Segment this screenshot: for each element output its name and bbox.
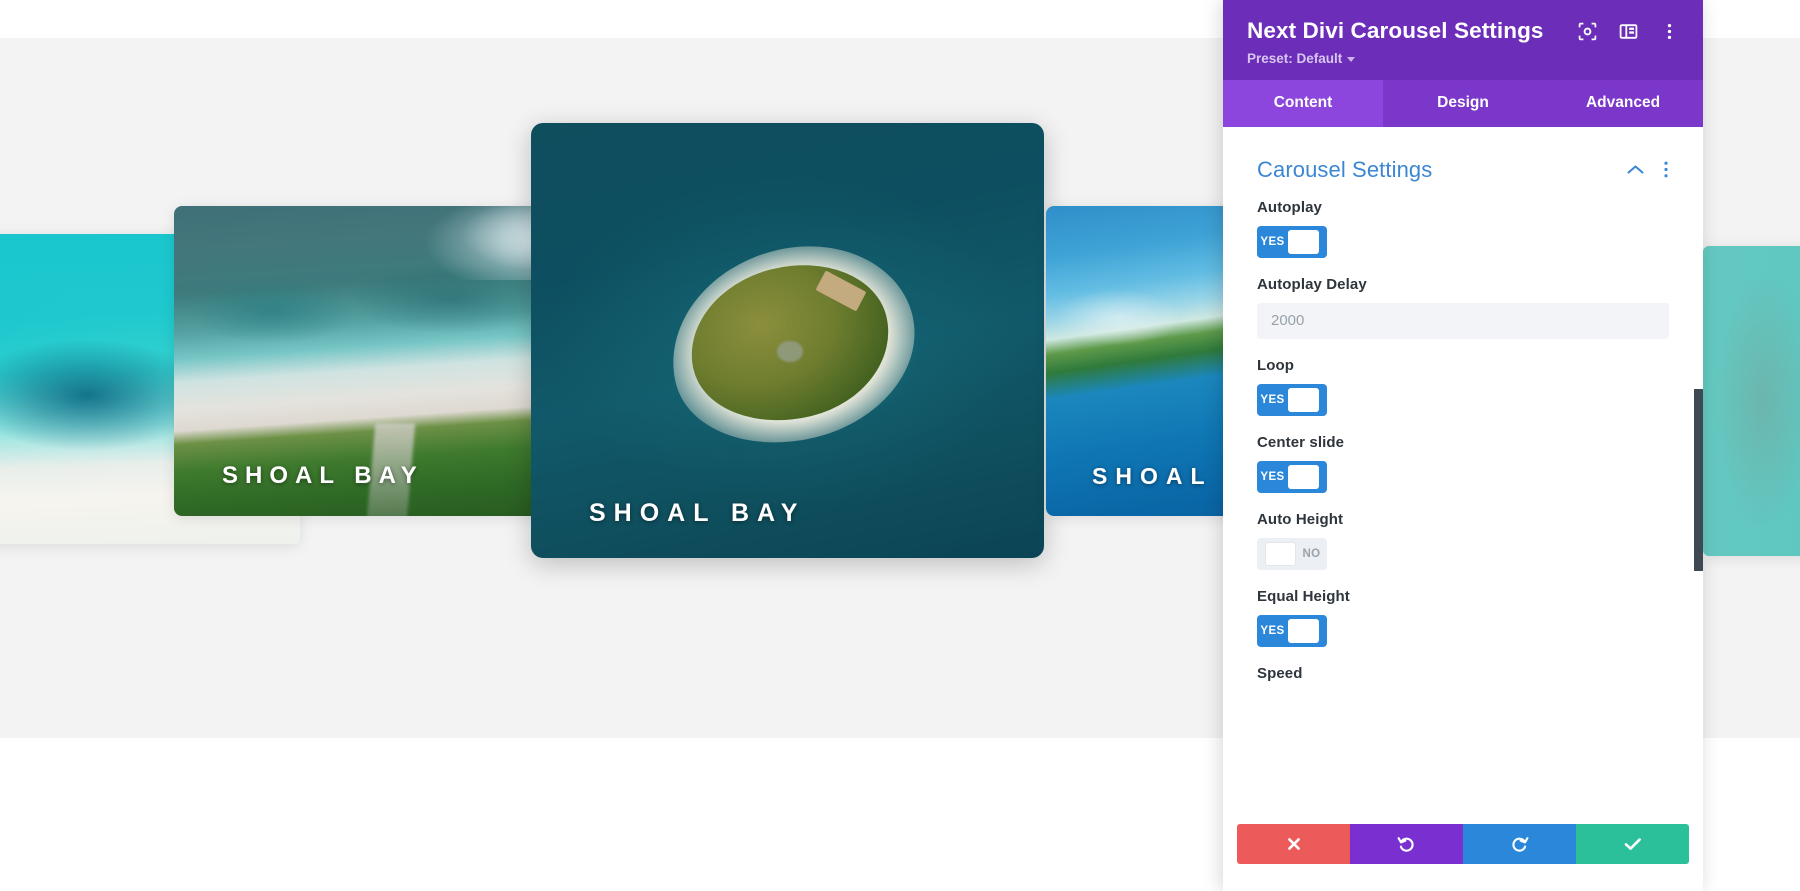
tab-advanced[interactable]: Advanced [1543,79,1703,127]
layout-panel-icon[interactable] [1619,22,1638,41]
preset-label: Preset: Default [1247,50,1343,66]
field-center-slide: Center slide YES [1257,434,1669,493]
equal-height-toggle[interactable]: YES [1257,614,1327,647]
panel-title: Next Divi Carousel Settings [1247,18,1544,43]
chevron-up-icon[interactable] [1626,164,1645,176]
field-autoplay: Autoplay YES [1257,199,1669,258]
cancel-button[interactable] [1237,824,1350,864]
field-label: Equal Height [1257,587,1350,605]
module-settings-panel: Next Divi Carousel Settings Preset: Defa… [1223,0,1703,891]
carousel-settings-section-header: Carousel Settings [1257,127,1669,199]
panel-scrollbar-thumb[interactable] [1694,388,1703,571]
panel-tabs: Content Design Advanced [1223,79,1703,127]
field-equal-height: Equal Height YES [1257,588,1669,647]
tab-content[interactable]: Content [1223,79,1383,127]
carousel-slide-active[interactable]: SHOAL BAY [531,123,1044,558]
field-label: Auto Height [1257,510,1344,528]
focus-icon[interactable] [1578,22,1597,41]
slide-decor-island-clearing [777,340,803,363]
field-speed: Speed [1257,665,1669,682]
panel-body[interactable]: Carousel Settings Autoplay YES Autoplay … [1223,126,1703,824]
slide-image [1703,246,1800,556]
field-loop: Loop YES [1257,357,1669,416]
field-label: Autoplay [1257,198,1322,216]
slide-caption: SHOAL BAY [589,499,806,527]
chevron-down-icon [1347,56,1356,62]
save-button[interactable] [1576,824,1689,864]
field-autoplay-delay: Autoplay Delay [1257,276,1669,339]
center-slide-toggle[interactable]: YES [1257,460,1327,493]
tab-design[interactable]: Design [1383,79,1543,127]
auto-height-toggle[interactable]: NO [1257,537,1327,570]
field-label: Speed [1257,664,1303,682]
toggle-value: YES [1260,393,1285,406]
field-label: Loop [1257,356,1295,374]
toggle-knob [1288,464,1319,489]
field-label: Autoplay Delay [1257,275,1367,293]
checkmark-icon [1623,836,1643,852]
section-title: Carousel Settings [1257,156,1433,182]
autoplay-delay-input[interactable] [1257,302,1669,339]
field-label: Center slide [1257,433,1345,451]
loop-toggle[interactable]: YES [1257,383,1327,416]
redo-arrow-icon [1510,835,1529,854]
toggle-knob [1288,387,1319,412]
toggle-value: YES [1260,235,1285,248]
panel-footer-actions [1237,824,1689,864]
undo-arrow-icon [1397,835,1416,854]
more-vertical-icon[interactable] [1660,22,1679,41]
field-auto-height: Auto Height NO [1257,511,1669,570]
toggle-knob [1265,541,1296,566]
panel-header: Next Divi Carousel Settings Preset: Defa… [1223,0,1703,80]
panel-header-actions [1578,18,1679,41]
toggle-value: YES [1260,624,1285,637]
section-more-vertical-icon[interactable] [1663,160,1669,179]
close-x-icon [1286,836,1302,852]
toggle-knob [1288,618,1319,643]
screen: SHOAL BAY SHOAL BAY SHOAL BAY SHOAL BAY [0,0,1800,891]
discard-changes-button[interactable] [1350,824,1463,864]
redo-button[interactable] [1463,824,1576,864]
carousel-slide[interactable] [1703,246,1800,556]
preset-selector[interactable]: Preset: Default [1247,51,1679,66]
toggle-value: NO [1302,547,1321,560]
autoplay-toggle[interactable]: YES [1257,225,1327,258]
toggle-knob [1288,229,1319,254]
toggle-value: YES [1260,470,1285,483]
